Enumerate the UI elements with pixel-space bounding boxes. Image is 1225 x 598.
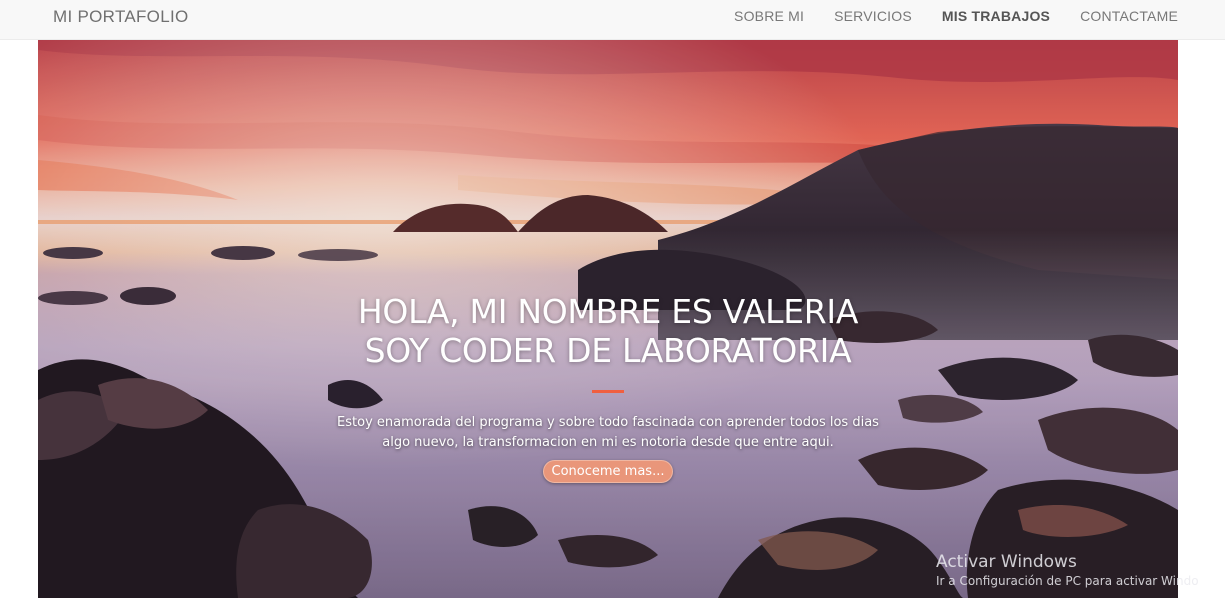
- hero-title: HOLA, MI NOMBRE ES VALERIA SOY CODER DE …: [38, 292, 1178, 370]
- watermark-title: Activar Windows: [936, 552, 1077, 572]
- watermark-subtitle: Ir a Configuración de PC para activar Wi…: [936, 574, 1199, 588]
- windows-activation-watermark: Activar Windows Ir a Configuración de PC…: [936, 551, 1199, 589]
- hero-description-line-2: algo nuevo, la transformacion en mi es n…: [382, 435, 834, 450]
- navbar: MI PORTAFOLIO SOBRE MI SERVICIOS MIS TRA…: [0, 0, 1225, 40]
- nav-link-contactame[interactable]: CONTACTAME: [1080, 8, 1178, 24]
- hero-title-line-2: SOY CODER DE LABORATORIA: [364, 331, 852, 370]
- nav-links: SOBRE MI SERVICIOS MIS TRABAJOS CONTACTA…: [734, 8, 1178, 24]
- hero-section: HOLA, MI NOMBRE ES VALERIA SOY CODER DE …: [38, 40, 1178, 598]
- hero-description: Estoy enamorada del programa y sobre tod…: [38, 413, 1178, 453]
- hero-content: HOLA, MI NOMBRE ES VALERIA SOY CODER DE …: [38, 292, 1178, 483]
- brand-logo[interactable]: MI PORTAFOLIO: [53, 7, 189, 27]
- hero-description-line-1: Estoy enamorada del programa y sobre tod…: [337, 415, 879, 430]
- nav-link-servicios[interactable]: SERVICIOS: [834, 8, 912, 24]
- hero-title-line-1: HOLA, MI NOMBRE ES VALERIA: [357, 292, 859, 331]
- hero-divider: [592, 390, 624, 393]
- nav-link-mis-trabajos[interactable]: MIS TRABAJOS: [942, 8, 1050, 24]
- conoceme-button[interactable]: Conoceme mas...: [542, 460, 674, 483]
- nav-link-sobre-mi[interactable]: SOBRE MI: [734, 8, 804, 24]
